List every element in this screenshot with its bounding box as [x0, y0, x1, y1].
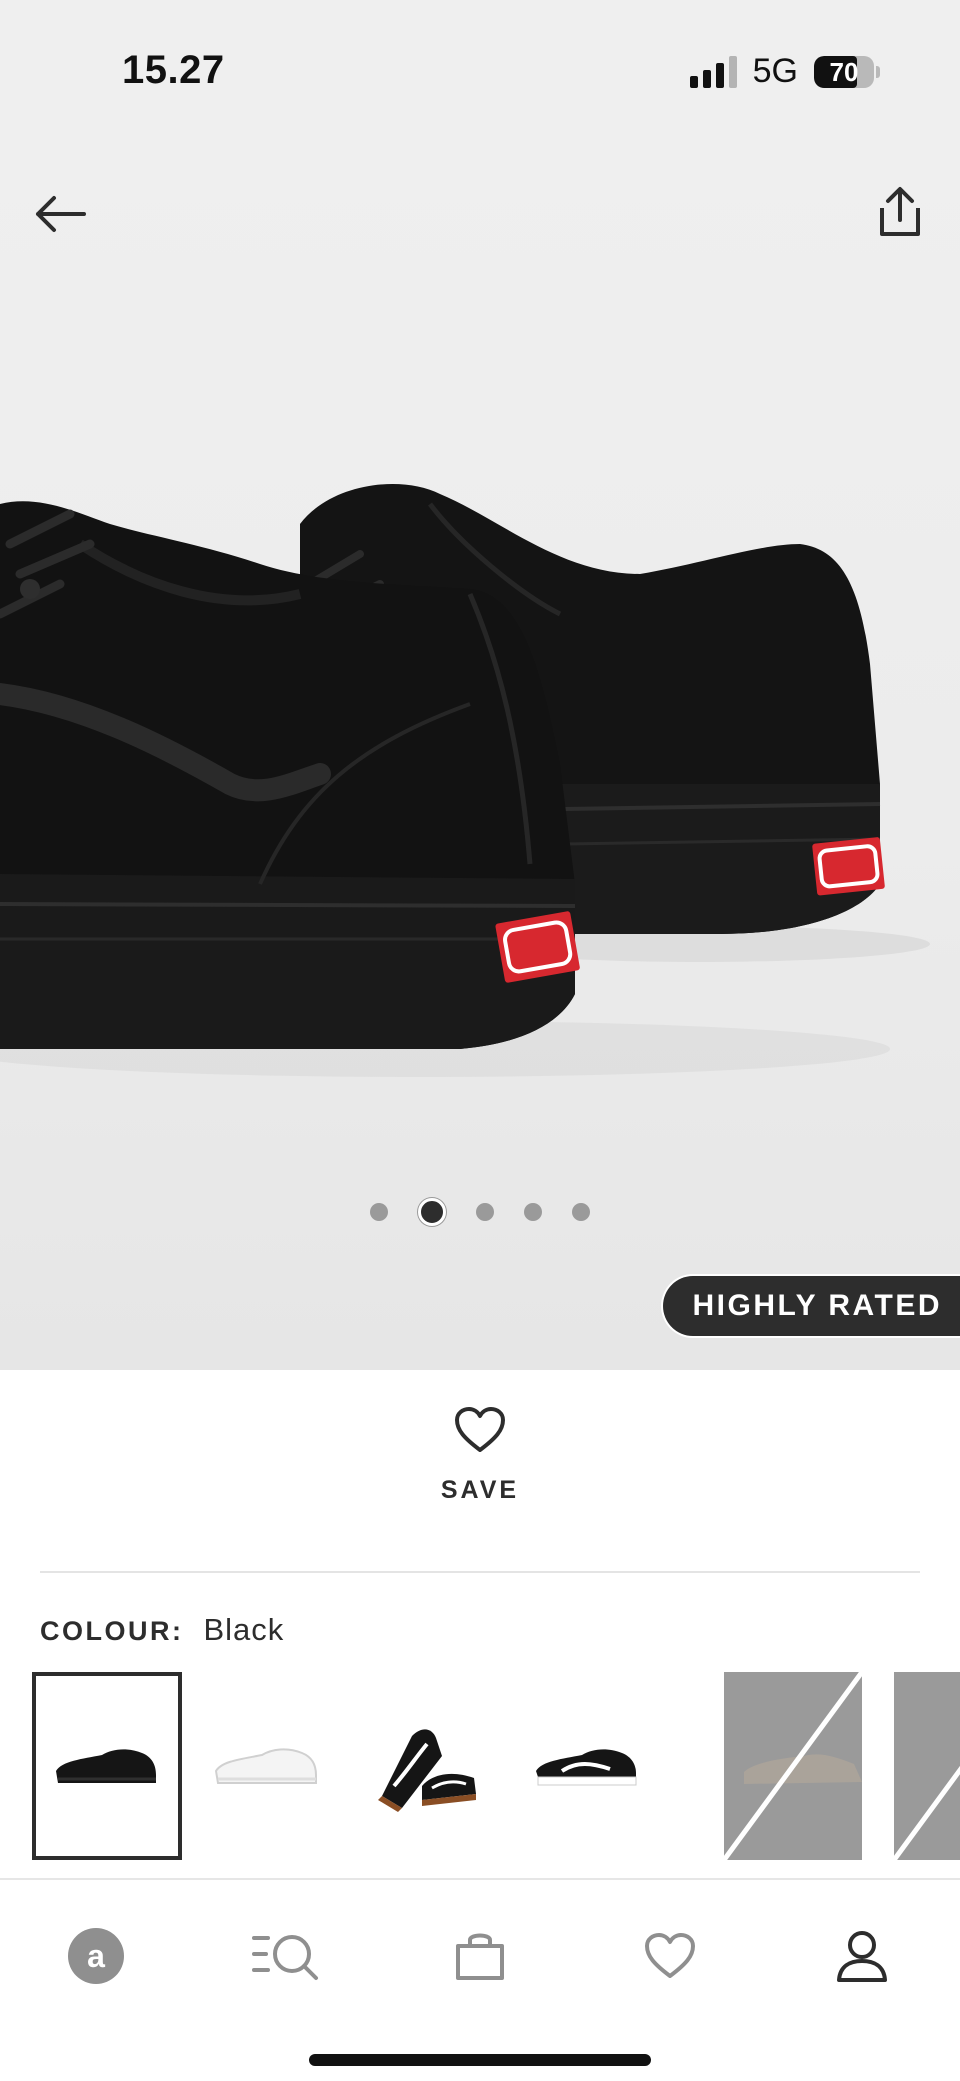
swatch-thumbnail	[536, 1749, 637, 1786]
colour-value: Black	[203, 1612, 285, 1647]
back-button[interactable]	[30, 184, 90, 244]
colour-selector-header: COLOUR: Black	[40, 1612, 284, 1648]
product-image	[0, 484, 930, 1077]
carousel-dot[interactable]	[524, 1203, 542, 1221]
share-icon	[880, 187, 920, 236]
carousel-dot-active[interactable]	[418, 1198, 446, 1226]
unavailable-strike-icon	[894, 1765, 960, 1860]
heart-icon	[645, 1933, 695, 1978]
search-icon	[252, 1935, 318, 1980]
nav-search[interactable]	[246, 1916, 326, 1996]
network-type: 5G	[752, 52, 798, 90]
colour-swatch-unavailable[interactable]	[894, 1672, 960, 1860]
status-time: 15.27	[122, 48, 225, 92]
nav-account[interactable]	[822, 1916, 902, 1996]
carousel-dot[interactable]	[370, 1203, 388, 1221]
unavailable-strike-icon	[724, 1672, 862, 1860]
bottom-navigation: a	[0, 1878, 960, 2081]
carousel-pagination	[0, 1198, 960, 1226]
carousel-dot[interactable]	[476, 1203, 494, 1221]
colour-swatch-unavailable[interactable]	[724, 1672, 862, 1860]
battery-icon: 70	[814, 55, 880, 88]
swatch-thumbnail	[214, 1748, 317, 1784]
swatch-thumbnail	[378, 1729, 476, 1812]
nav-bag[interactable]	[440, 1916, 520, 1996]
nav-home[interactable]: a	[56, 1916, 136, 1996]
status-bar: 15.27 5G 70	[0, 0, 960, 144]
arrow-left-icon	[36, 196, 86, 232]
divider	[40, 1571, 920, 1573]
home-indicator[interactable]	[309, 2054, 651, 2066]
save-label: SAVE	[440, 1476, 520, 1504]
colour-swatch-black[interactable]	[32, 1672, 182, 1860]
swatch-thumbnail	[56, 1749, 156, 1783]
nav-saved[interactable]	[630, 1916, 710, 1996]
product-image-carousel[interactable]: HIGHLY RATED	[0, 144, 960, 1370]
highly-rated-badge: HIGHLY RATED	[660, 1274, 960, 1338]
battery-level: 70	[829, 56, 859, 87]
share-button[interactable]	[870, 180, 930, 244]
brand-home-icon: a	[68, 1928, 124, 1984]
status-indicators: 5G 70	[689, 52, 880, 91]
colour-label: COLOUR:	[40, 1616, 184, 1646]
save-button[interactable]: SAVE	[0, 1400, 960, 1530]
colour-swatch-black-white[interactable]	[512, 1672, 662, 1860]
heart-outline-icon	[450, 1400, 510, 1460]
colour-swatches	[32, 1672, 960, 1860]
carousel-dot[interactable]	[572, 1203, 590, 1221]
account-icon	[837, 1931, 887, 1982]
svg-text:a: a	[87, 1938, 105, 1974]
cellular-signal-icon	[689, 55, 737, 88]
colour-swatch-white[interactable]	[192, 1672, 342, 1860]
shopping-bag-icon	[456, 1933, 504, 1980]
colour-swatch-black-gum[interactable]	[352, 1672, 502, 1860]
